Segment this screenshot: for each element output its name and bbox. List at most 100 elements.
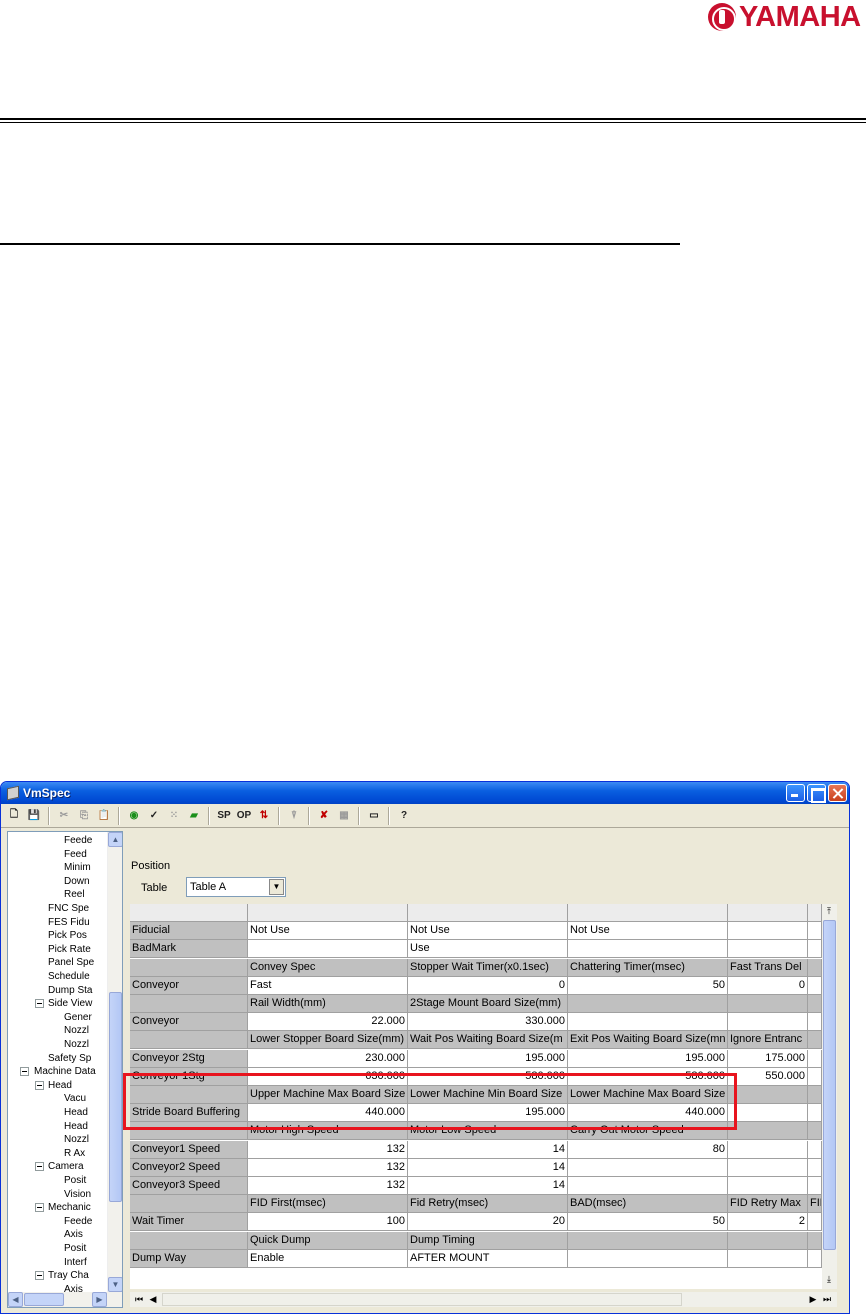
- value-cell[interactable]: Enable: [248, 1249, 408, 1268]
- tree-item[interactable]: Nozzl: [64, 1134, 89, 1146]
- tree-item[interactable]: Schedule: [48, 971, 90, 983]
- tree-item[interactable]: Feed: [64, 849, 87, 861]
- value-cell[interactable]: [728, 1140, 808, 1159]
- close-button[interactable]: [828, 784, 847, 802]
- check-disk-icon[interactable]: ◉: [125, 807, 143, 825]
- value-cell[interactable]: [808, 1140, 822, 1159]
- scroll-first-icon[interactable]: ⏮: [132, 1292, 146, 1307]
- tree-item[interactable]: Posit: [64, 1243, 86, 1255]
- tree-item[interactable]: Gener: [64, 1012, 92, 1024]
- tree-item[interactable]: R Ax: [64, 1148, 85, 1160]
- tree-item[interactable]: Axis: [64, 1229, 83, 1241]
- value-cell[interactable]: 100: [248, 1213, 408, 1232]
- value-cell[interactable]: [728, 940, 808, 959]
- tree-scroll-down-icon[interactable]: ▼: [108, 1277, 122, 1292]
- value-cell[interactable]: 20: [408, 1213, 568, 1232]
- value-cell[interactable]: [808, 1158, 822, 1177]
- cut-icon[interactable]: ✂: [55, 807, 73, 825]
- tree-item[interactable]: FES Fidu: [48, 917, 90, 929]
- sp-button[interactable]: SP: [215, 807, 233, 825]
- value-cell[interactable]: [808, 976, 822, 995]
- tree-item[interactable]: Camera: [48, 1161, 84, 1173]
- value-cell[interactable]: Use: [408, 940, 568, 959]
- value-cell[interactable]: [728, 1104, 808, 1123]
- tree-item[interactable]: FNC Spe: [48, 903, 89, 915]
- tree-scroll-up-icon[interactable]: ▲: [108, 832, 122, 847]
- scroll-top-icon[interactable]: ⤒: [822, 904, 836, 919]
- value-cell[interactable]: [808, 1213, 822, 1232]
- value-cell[interactable]: 50: [568, 976, 728, 995]
- tree-item[interactable]: Minim: [64, 862, 91, 874]
- check-edit-icon[interactable]: ✓: [145, 807, 163, 825]
- tree-item[interactable]: Nozzl: [64, 1039, 89, 1051]
- value-cell[interactable]: 0: [728, 976, 808, 995]
- scroll-next-icon[interactable]: ▶: [806, 1292, 820, 1307]
- grid-vertical-scrollbar[interactable]: ⤒ ⤓: [822, 904, 837, 1289]
- value-cell[interactable]: AFTER MOUNT: [408, 1249, 568, 1268]
- value-cell[interactable]: [728, 1013, 808, 1032]
- value-cell[interactable]: 230.000: [248, 1049, 408, 1068]
- new-icon[interactable]: 🗋: [5, 807, 23, 825]
- value-cell[interactable]: [808, 1177, 822, 1195]
- help-icon[interactable]: ?: [395, 807, 413, 825]
- scroll-bottom-icon[interactable]: ⤓: [822, 1272, 836, 1287]
- tree-vertical-scrollbar[interactable]: ▲ ▼: [107, 832, 122, 1292]
- paste-icon[interactable]: 📋: [95, 807, 113, 825]
- grid-scroll-thumb[interactable]: [823, 920, 836, 1250]
- value-cell[interactable]: 80: [568, 1140, 728, 1159]
- scroll-last-icon[interactable]: ⏭: [820, 1292, 834, 1307]
- tree-item[interactable]: Posit: [64, 1175, 86, 1187]
- copy-icon[interactable]: ⎘: [75, 807, 93, 825]
- value-cell[interactable]: [728, 1249, 808, 1268]
- value-cell[interactable]: 175.000: [728, 1049, 808, 1068]
- value-cell[interactable]: Fast: [248, 976, 408, 995]
- value-cell[interactable]: 50: [568, 1213, 728, 1232]
- value-cell[interactable]: [808, 922, 822, 941]
- tree-collapse-icon[interactable]: [35, 1080, 44, 1090]
- value-cell[interactable]: [568, 1177, 728, 1195]
- tree-item[interactable]: Head: [48, 1080, 72, 1092]
- value-cell[interactable]: 14: [408, 1140, 568, 1159]
- value-cell[interactable]: 22.000: [248, 1013, 408, 1032]
- title-bar[interactable]: VmSpec: [1, 782, 849, 804]
- tree-item[interactable]: Mechanic: [48, 1202, 91, 1214]
- dots-icon[interactable]: ⁙: [165, 807, 183, 825]
- value-cell[interactable]: 14: [408, 1158, 568, 1177]
- table-select[interactable]: Table A ▼: [186, 877, 286, 897]
- tree-collapse-icon[interactable]: [35, 999, 44, 1009]
- tree-item[interactable]: Panel Spe: [48, 957, 94, 969]
- tree-item[interactable]: Pick Rate: [48, 944, 91, 956]
- value-cell[interactable]: [808, 1013, 822, 1032]
- tree-collapse-icon[interactable]: [35, 1162, 44, 1172]
- tree-item[interactable]: Interf: [64, 1257, 87, 1269]
- maximize-button[interactable]: [807, 784, 826, 803]
- value-cell[interactable]: 195.000: [408, 1049, 568, 1068]
- tree-scroll-left-icon[interactable]: ◀: [8, 1292, 23, 1307]
- value-cell[interactable]: [568, 1013, 728, 1032]
- grid-icon[interactable]: ▦: [335, 807, 353, 825]
- value-cell[interactable]: Not Use: [568, 922, 728, 941]
- value-cell[interactable]: 550.000: [728, 1067, 808, 1086]
- value-cell[interactable]: 195.000: [568, 1049, 728, 1068]
- transfer-icon[interactable]: ⇅: [255, 807, 273, 825]
- tree-item[interactable]: Reel: [64, 889, 85, 901]
- tree-item[interactable]: Dump Sta: [48, 985, 92, 997]
- tree-item[interactable]: Head: [64, 1121, 88, 1133]
- tree-item[interactable]: Vacu: [64, 1093, 86, 1105]
- tree-item[interactable]: Axis: [64, 1284, 83, 1296]
- save-icon[interactable]: 💾: [25, 807, 43, 825]
- chevron-down-icon[interactable]: ▼: [269, 879, 284, 895]
- value-cell[interactable]: [808, 1249, 822, 1268]
- value-cell[interactable]: [808, 1104, 822, 1123]
- value-cell[interactable]: 330.000: [408, 1013, 568, 1032]
- value-cell[interactable]: 132: [248, 1177, 408, 1195]
- tree-item[interactable]: Vision: [64, 1189, 91, 1201]
- op-button[interactable]: OP: [235, 807, 253, 825]
- tree-item[interactable]: Tray Cha: [48, 1270, 89, 1282]
- tree-item[interactable]: Down: [64, 876, 90, 888]
- value-cell[interactable]: 14: [408, 1177, 568, 1195]
- tree-collapse-icon[interactable]: [20, 1067, 29, 1077]
- tree-item[interactable]: Safety Sp: [48, 1053, 91, 1065]
- tree-collapse-icon[interactable]: [35, 1271, 44, 1281]
- value-cell[interactable]: [808, 940, 822, 959]
